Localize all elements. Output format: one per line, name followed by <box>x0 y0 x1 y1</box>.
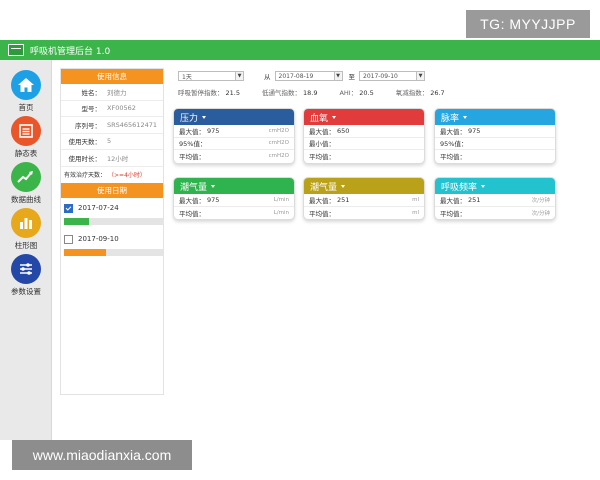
pressure-card: 压力 最大值： 975 cmH2O 95%值： cmH2O 平均值： cmH2O <box>173 108 295 164</box>
date-item[interactable]: 2017-07-24 <box>61 198 164 229</box>
usage-progress-fill <box>64 217 89 225</box>
oxygen-card: 血氧 最大值： 650 最小值： 平均值： <box>303 108 425 164</box>
table-icon <box>11 116 41 146</box>
nav-data-curve[interactable]: 数据曲线 <box>0 160 52 206</box>
sidebar: 首页 静态表 数据曲线 柱形图 参数设置 <box>0 60 52 440</box>
card-row: 最大值： 975 L/min <box>174 194 294 207</box>
home-icon <box>11 70 41 100</box>
watermark-top: TG: MYYJJPP <box>466 10 590 38</box>
card-header[interactable]: 压力 <box>174 109 294 125</box>
chevron-down-icon: ▼ <box>333 72 342 80</box>
hypopnea-index: 低通气指数： 18.9 <box>261 89 318 97</box>
pause-index: 呼吸暂停指数： 21.5 <box>178 89 240 97</box>
info-row: 序列号： SRS465612471 <box>61 117 163 134</box>
usage-progress-fill <box>64 248 106 256</box>
pulse-card: 脉率 最大值： 975 95%值： 平均值： <box>434 108 556 164</box>
card-row: 最大值： 650 <box>304 125 424 138</box>
card-row: 95%值： cmH2O <box>174 138 294 150</box>
to-date-select[interactable]: 2017-09-10 ▼ <box>359 71 425 81</box>
index-stats: 呼吸暂停指数： 21.5 低通气指数： 18.9 AHI： 20.5 氧减指数： 26.… <box>178 87 445 97</box>
nav-home[interactable]: 首页 <box>0 68 52 114</box>
nav-label: 首页 <box>18 103 34 112</box>
from-date-select[interactable]: 2017-08-19 ▼ <box>274 71 343 81</box>
card-row: 平均值： <box>309 153 335 162</box>
usage-info-header: 使用信息 <box>61 69 163 84</box>
info-row: 姓名： 刘德力 <box>61 84 163 101</box>
tidal-volume-card: 潮气量 最大值： 251 ml 平均值： ml <box>303 177 425 220</box>
card-header[interactable]: 脉率 <box>435 109 555 125</box>
date-checkbox[interactable] <box>64 234 73 244</box>
caret-down-icon <box>332 115 337 119</box>
nav-bar-chart[interactable]: 柱形图 <box>0 206 52 252</box>
chevron-down-icon: ▼ <box>235 72 243 80</box>
range-select[interactable]: 1天 ▼ <box>178 71 244 81</box>
nav-static-table[interactable]: 静态表 <box>0 114 52 160</box>
card-row: 平均值： L/min <box>179 209 289 218</box>
caret-down-icon <box>463 115 468 119</box>
card-header[interactable]: 呼吸频率 <box>435 178 555 194</box>
usage-progress-bar <box>64 217 164 225</box>
date-item[interactable]: 2017-09-10 <box>61 229 164 260</box>
trend-icon <box>11 162 41 192</box>
info-row: 型号： XF00562 <box>61 101 163 117</box>
app-title: 呼吸机管理后台 1.0 <box>30 46 111 57</box>
caret-down-icon <box>481 184 486 188</box>
card-row: 平均值： <box>440 153 466 162</box>
date-label: 2017-09-10 <box>78 235 119 243</box>
bar-chart-icon <box>11 208 41 238</box>
card-header[interactable]: 潮气量 <box>174 178 294 194</box>
date-checkbox[interactable] <box>64 203 73 213</box>
card-row: 最大值： 975 cmH2O <box>174 125 294 138</box>
to-label: 至 <box>348 73 356 81</box>
card-row: 最大值： 975 <box>435 125 555 138</box>
card-row: 平均值： ml <box>309 209 419 218</box>
ahi-index: AHI： 20.5 <box>339 89 374 97</box>
card-row: 平均值： 次/分钟 <box>440 209 550 218</box>
effective-days-note: 有效治疗天数： （>=4小时） <box>64 172 146 179</box>
usage-dates-header: 使用日期 <box>61 182 163 198</box>
info-row: 使用天数： 5 <box>61 134 163 150</box>
title-bar: 呼吸机管理后台 1.0 <box>0 40 600 60</box>
date-label: 2017-07-24 <box>78 204 119 212</box>
nav-settings[interactable]: 参数设置 <box>0 252 52 298</box>
card-row: 平均值： cmH2O <box>179 153 289 162</box>
respiratory-rate-card: 呼吸频率 最大值： 251 次/分钟 平均值： 次/分钟 <box>434 177 556 220</box>
nav-label: 静态表 <box>14 149 38 158</box>
sliders-icon <box>11 254 41 284</box>
card-row: 最小值： <box>304 138 424 150</box>
from-label: 从 <box>264 73 271 81</box>
usage-panel: 使用信息 姓名： 刘德力 型号： XF00562 序列号： SRS465612471 … <box>60 68 164 395</box>
card-header[interactable]: 血氧 <box>304 109 424 125</box>
nav-label: 数据曲线 <box>11 195 41 204</box>
watermark-bottom: www.miaodianxia.com <box>12 440 192 470</box>
info-row: 使用时长： 12小时 <box>61 150 163 167</box>
app-window-icon <box>8 44 24 56</box>
oxygen-desat-index: 氧减指数： 26.7 <box>395 89 445 97</box>
tidal-flow-card: 潮气量 最大值： 975 L/min 平均值： L/min <box>173 177 295 220</box>
nav-label: 柱形图 <box>14 241 38 250</box>
card-row: 最大值： 251 次/分钟 <box>435 194 555 207</box>
usage-progress-bar <box>64 248 164 256</box>
card-row: 95%值： <box>435 138 555 150</box>
filter-bar: 1天 ▼ 从 2017-08-19 ▼ 至 2017-09-10 ▼ <box>178 70 425 82</box>
chevron-down-icon: ▼ <box>416 72 424 80</box>
caret-down-icon <box>202 115 207 119</box>
card-row: 最大值： 251 ml <box>304 194 424 207</box>
nav-label: 参数设置 <box>11 287 41 296</box>
card-header[interactable]: 潮气量 <box>304 178 424 194</box>
caret-down-icon <box>341 184 346 188</box>
caret-down-icon <box>211 184 216 188</box>
